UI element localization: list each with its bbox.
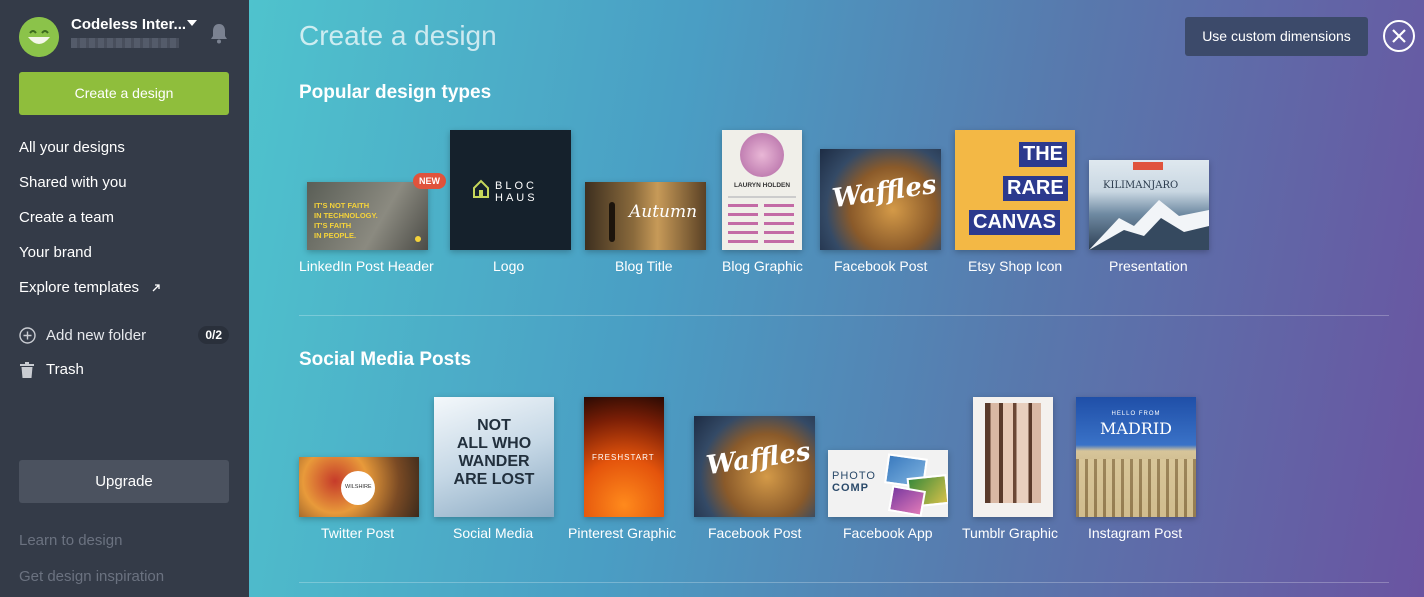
close-icon	[1392, 29, 1406, 43]
thumb-text-line: PHOTO	[832, 470, 876, 482]
thumbnail: Waffles	[820, 149, 941, 250]
thumbnail: FRESHSTART	[584, 397, 664, 517]
thumb-text-line: MADRID	[1100, 419, 1172, 438]
close-button[interactable]	[1383, 20, 1415, 52]
trash-icon	[20, 362, 34, 382]
bell-icon[interactable]	[208, 22, 230, 49]
nav-explore-templates[interactable]: Explore templates	[19, 279, 161, 297]
chevron-down-icon[interactable]	[187, 20, 197, 26]
external-link-icon	[151, 280, 161, 297]
upgrade-button[interactable]: Upgrade	[19, 460, 229, 503]
thumb-text-line: ARE LOST	[453, 471, 535, 488]
thumb-text-line: IT'S FAITH	[314, 221, 352, 230]
design-type-label: Pinterest Graphic	[568, 525, 677, 541]
design-type-etsy-shop-icon[interactable]: THE RARE CANVAS Etsy Shop Icon	[955, 130, 1076, 280]
design-type-logo[interactable]: BLOC HAUS Logo	[450, 130, 571, 280]
plus-circle-icon	[19, 327, 36, 348]
thumbnail: WILSHIRE	[299, 457, 419, 517]
account-name[interactable]: Codeless Inter...	[71, 16, 186, 33]
design-type-linkedin-post-header[interactable]: IT'S NOT FAITH IN TECHNOLOGY. IT'S FAITH…	[299, 130, 446, 280]
design-type-facebook-post[interactable]: Waffles Facebook Post	[820, 130, 941, 280]
thumb-text-line: THE	[1019, 142, 1067, 167]
design-type-presentation[interactable]: KILIMANJARO Presentation	[1089, 130, 1210, 280]
thumb-text-line: HAUS	[495, 192, 538, 204]
thumbnail: NOT ALL WHO WANDER ARE LOST	[434, 397, 554, 517]
design-type-label: Presentation	[1109, 258, 1188, 274]
thumbnail: LAURYN HOLDEN	[722, 130, 802, 250]
design-type-label: Facebook App	[843, 525, 933, 541]
thumb-text-line: HELLO FROM	[1111, 411, 1161, 417]
design-type-label: Social Media	[453, 525, 534, 541]
account-email-redacted	[71, 38, 179, 48]
new-badge: NEW	[413, 173, 446, 189]
design-type-label: Etsy Shop Icon	[968, 258, 1063, 274]
design-type-twitter-post[interactable]: WILSHIRE Twitter Post	[299, 397, 420, 547]
nav-all-designs[interactable]: All your designs	[19, 139, 125, 156]
design-type-label: Blog Title	[615, 258, 673, 274]
thumbnail: IT'S NOT FAITH IN TECHNOLOGY. IT'S FAITH…	[307, 182, 428, 250]
thumbnail: KILIMANJARO	[1089, 160, 1209, 250]
thumb-text-line: COMP	[832, 482, 869, 494]
design-type-label: Facebook Post	[708, 525, 802, 541]
nav-shared-with-you[interactable]: Shared with you	[19, 174, 127, 191]
design-type-label: Logo	[493, 258, 525, 274]
design-type-label: Instagram Post	[1088, 525, 1183, 541]
thumb-text-line: WILSHIRE	[345, 484, 372, 490]
create-design-button[interactable]: Create a design	[19, 72, 229, 115]
add-folder-row[interactable]: Add new folder 0/2	[19, 326, 229, 346]
thumb-text-line: FRESHSTART	[592, 453, 655, 462]
page-title: Create a design	[299, 20, 497, 51]
thumb-text-line: LAURYN HOLDEN	[734, 182, 791, 189]
design-type-label: Blog Graphic	[722, 258, 803, 274]
thumb-text-line: ALL WHO	[456, 435, 532, 452]
avatar[interactable]	[19, 17, 59, 57]
thumb-text-line: Waffles	[704, 436, 813, 482]
design-type-label: Twitter Post	[321, 525, 395, 541]
design-type-blog-title[interactable]: Autumn Blog Title	[585, 130, 706, 280]
thumbnail: BLOC HAUS	[450, 130, 571, 250]
thumb-text-line: KILIMANJARO	[1103, 180, 1179, 191]
section-title-social-media: Social Media Posts	[299, 349, 472, 370]
thumbnail: HELLO FROM MADRID	[1076, 397, 1196, 517]
design-type-facebook-app[interactable]: PHOTO COMP Facebook App	[828, 397, 949, 547]
main-panel: Create a design Use custom dimensions Po…	[249, 0, 1424, 597]
learn-to-design-link[interactable]: Learn to design	[19, 532, 122, 549]
design-type-label: Facebook Post	[834, 258, 928, 274]
thumb-text-line: WANDER	[458, 453, 530, 470]
design-type-blog-graphic[interactable]: LAURYN HOLDEN Blog Graphic	[722, 130, 806, 280]
thumb-text-line: RARE	[1003, 176, 1068, 201]
thumb-text-line: Autumn	[629, 202, 698, 222]
design-inspiration-link[interactable]: Get design inspiration	[19, 568, 164, 585]
design-type-label: LinkedIn Post Header	[299, 258, 434, 274]
thumbnail	[973, 397, 1053, 517]
nav-your-brand[interactable]: Your brand	[19, 244, 92, 261]
thumbnail: Waffles	[694, 416, 815, 517]
thumbnail: THE RARE CANVAS	[955, 130, 1075, 250]
thumbnail: Autumn	[585, 182, 706, 250]
add-folder-label: Add new folder	[46, 327, 147, 344]
design-type-tumblr-graphic[interactable]: Tumblr Graphic	[962, 397, 1083, 547]
nav-create-team[interactable]: Create a team	[19, 209, 114, 226]
design-type-label: Tumblr Graphic	[962, 525, 1058, 541]
thumb-text-line: IT'S NOT FAITH	[314, 201, 370, 210]
nav-explore-templates-label: Explore templates	[19, 279, 140, 296]
custom-dimensions-button[interactable]: Use custom dimensions	[1185, 17, 1368, 56]
section-divider	[299, 315, 1389, 316]
section-title-popular: Popular design types	[299, 82, 492, 103]
thumb-text-line: IN TECHNOLOGY.	[314, 211, 378, 220]
section-divider	[299, 582, 1389, 583]
design-type-instagram-post[interactable]: HELLO FROM MADRID Instagram Post	[1076, 397, 1197, 547]
design-type-pinterest-graphic[interactable]: FRESHSTART Pinterest Graphic	[568, 397, 689, 547]
thumb-text-line: IN PEOPLE.	[314, 231, 357, 240]
folder-count-badge: 0/2	[198, 326, 229, 344]
design-type-social-media[interactable]: NOT ALL WHO WANDER ARE LOST Social Media	[434, 397, 555, 547]
sidebar: Codeless Inter... Create a design All yo…	[0, 0, 249, 597]
thumb-text-line: CANVAS	[969, 210, 1060, 235]
thumb-text-line: NOT	[477, 417, 511, 434]
thumb-text-line: BLOC	[495, 180, 537, 192]
trash-label: Trash	[46, 361, 84, 378]
thumbnail: PHOTO COMP	[828, 450, 948, 517]
design-type-facebook-post[interactable]: Waffles Facebook Post	[694, 397, 815, 547]
thumb-text-line: Waffles	[830, 169, 939, 215]
